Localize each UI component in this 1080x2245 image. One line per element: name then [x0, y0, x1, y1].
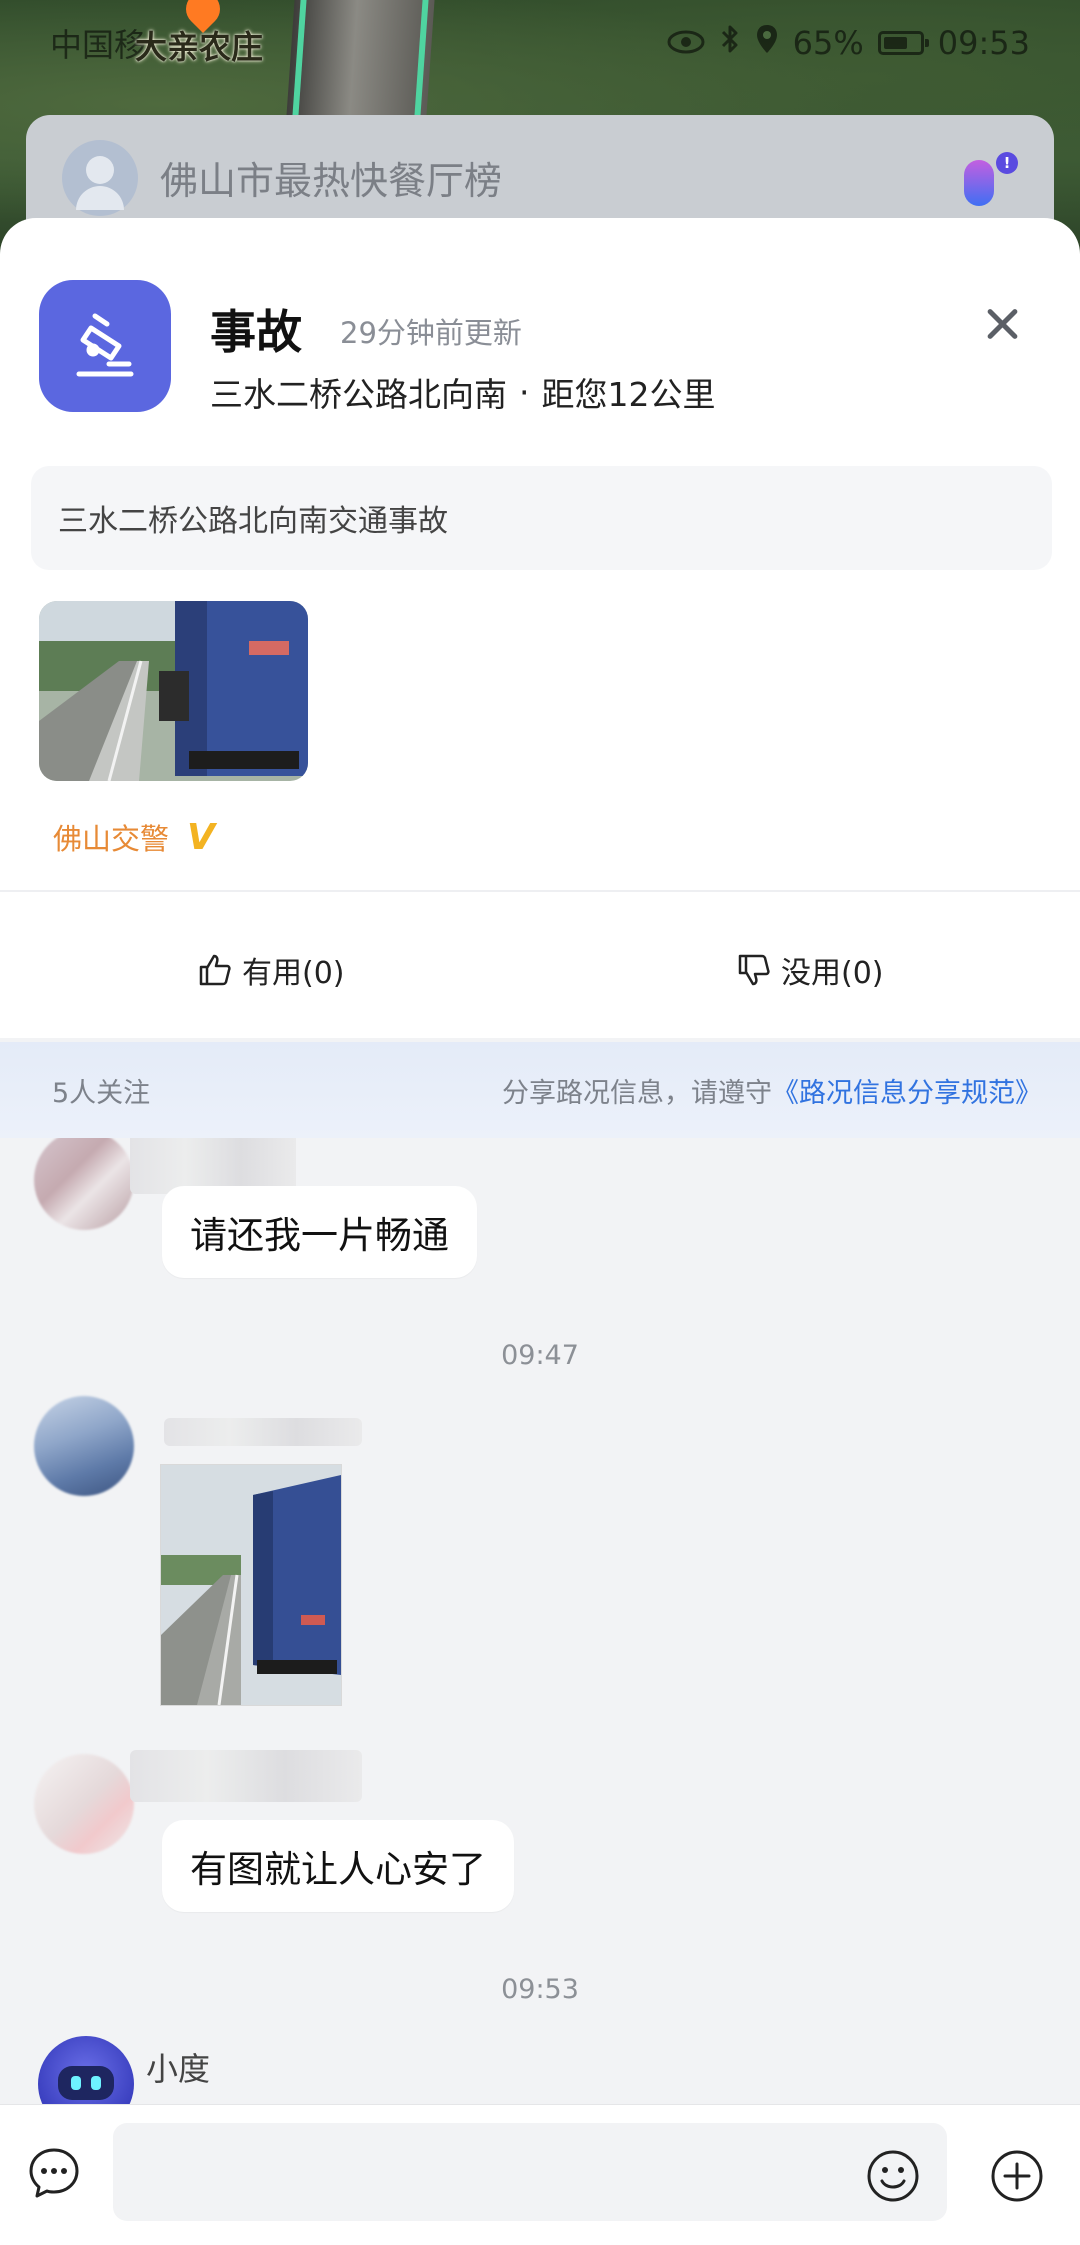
voice-button[interactable]: !: [944, 140, 1018, 230]
followers-count: 5人关注: [52, 1077, 151, 1109]
robot-face-icon: [58, 2066, 114, 2100]
plus-circle-icon[interactable]: [990, 2149, 1044, 2203]
search-placeholder[interactable]: 佛山市最热快餐厅榜: [160, 150, 944, 205]
rules-banner: 5人关注 分享路况信息，请遵守《路况信息分享规范》: [0, 1042, 1080, 1138]
map-place-label[interactable]: 大亲农庄: [135, 22, 263, 68]
notification-badge: !: [996, 152, 1018, 174]
event-photo[interactable]: [39, 601, 308, 781]
message-image[interactable]: [160, 1464, 342, 1706]
message-text: 有图就让人心安了: [190, 1848, 486, 1891]
source-name[interactable]: 佛山交警: [53, 816, 169, 858]
username-blurred: [130, 1750, 362, 1802]
message-text: 请还我一片畅通: [190, 1214, 449, 1257]
divider: [0, 890, 1080, 892]
bluetooth-icon: [719, 23, 741, 63]
avatar[interactable]: [34, 1754, 134, 1854]
message-input[interactable]: [113, 2123, 947, 2221]
carrier-label: 中国移: [50, 26, 147, 64]
event-title: 事故: [210, 305, 302, 359]
rules-notice-text: 分享路况信息，请遵守: [502, 1077, 772, 1109]
battery-icon: [877, 31, 929, 55]
rules-link[interactable]: 《路况信息分享规范》: [772, 1078, 1042, 1109]
avatar[interactable]: [34, 1396, 134, 1496]
location-icon: [755, 23, 779, 63]
user-avatar-icon[interactable]: [62, 140, 138, 216]
verified-badge: V: [187, 816, 215, 858]
chat-bubble-more-icon[interactable]: [28, 2147, 80, 2199]
event-updated-time: 29分钟前更新: [340, 316, 522, 350]
input-bar: [0, 2104, 1080, 2245]
time-stamp: 09:47: [501, 1340, 579, 1371]
event-detail-sheet: 事故 29分钟前更新 三水二桥公路北向南 · 距您12公里 三水二桥公路北向南交…: [0, 218, 1080, 1038]
bot-name: 小度: [146, 2050, 211, 2088]
emoji-icon[interactable]: [866, 2149, 920, 2203]
clock: 09:53: [937, 24, 1030, 62]
eye-icon: [667, 24, 705, 62]
bot-avatar[interactable]: [38, 2036, 134, 2104]
event-description: 三水二桥公路北向南交通事故: [31, 466, 1052, 570]
accident-icon: [39, 280, 171, 412]
username-blurred: [164, 1418, 362, 1446]
message-bubble[interactable]: 有图就让人心安了: [162, 1820, 514, 1912]
useless-button[interactable]: 没用(0): [737, 948, 884, 992]
avatar[interactable]: [34, 1138, 134, 1230]
separator-dot: ·: [519, 372, 530, 412]
event-location: 三水二桥公路北向南 · 距您12公里: [210, 368, 716, 416]
event-distance: 距您12公里: [541, 375, 716, 414]
thumbs-down-icon: [737, 953, 771, 987]
useful-label: 有用(0): [242, 956, 345, 991]
battery-percent: 65%: [792, 24, 864, 62]
event-description-text: 三水二桥公路北向南交通事故: [58, 504, 448, 539]
time-stamp: 09:53: [501, 1974, 579, 2005]
rules-notice: 分享路况信息，请遵守《路况信息分享规范》: [502, 1071, 1042, 1110]
close-icon[interactable]: [982, 304, 1022, 344]
chat-list[interactable]: 请还我一片畅通 09:47 有图就让人心安了 09:53 小度: [0, 1138, 1080, 2104]
thumbs-up-icon: [198, 953, 232, 987]
event-road: 三水二桥公路北向南: [210, 375, 507, 414]
useful-button[interactable]: 有用(0): [198, 948, 345, 992]
message-bubble[interactable]: 请还我一片畅通: [162, 1186, 477, 1278]
useless-label: 没用(0): [781, 956, 884, 991]
source-label[interactable]: 佛山交警 V: [53, 816, 215, 858]
microphone-icon: [964, 160, 994, 206]
